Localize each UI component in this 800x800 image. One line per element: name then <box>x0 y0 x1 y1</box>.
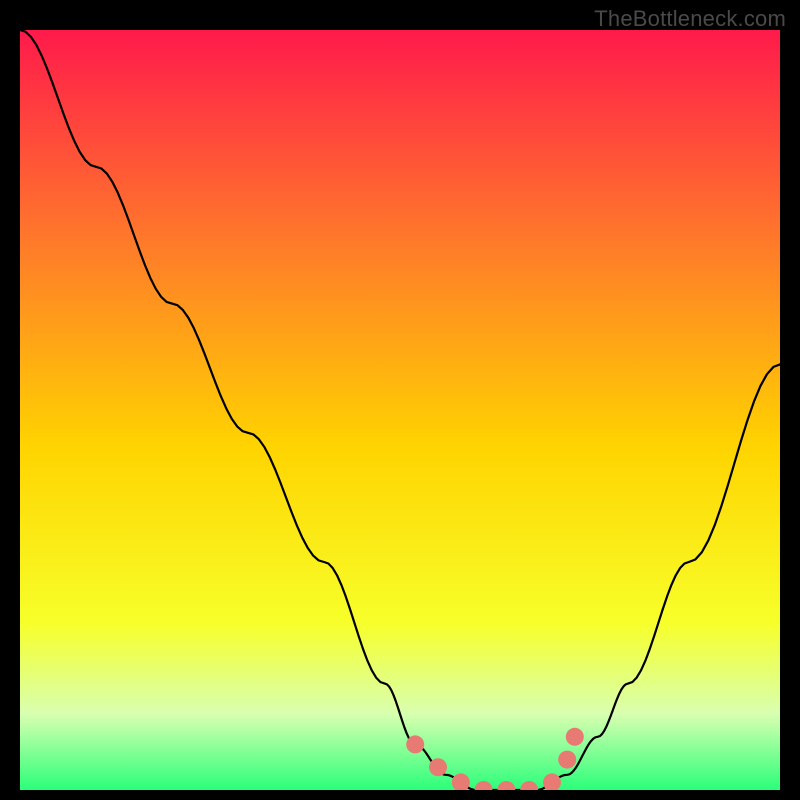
highlight-marker <box>429 758 447 776</box>
chart-frame: TheBottleneck.com <box>0 0 800 800</box>
highlight-marker <box>566 728 584 746</box>
watermark-text: TheBottleneck.com <box>594 6 786 32</box>
highlight-marker <box>558 751 576 769</box>
highlight-marker <box>406 735 424 753</box>
gradient-background <box>20 30 780 790</box>
bottleneck-plot <box>20 30 780 790</box>
